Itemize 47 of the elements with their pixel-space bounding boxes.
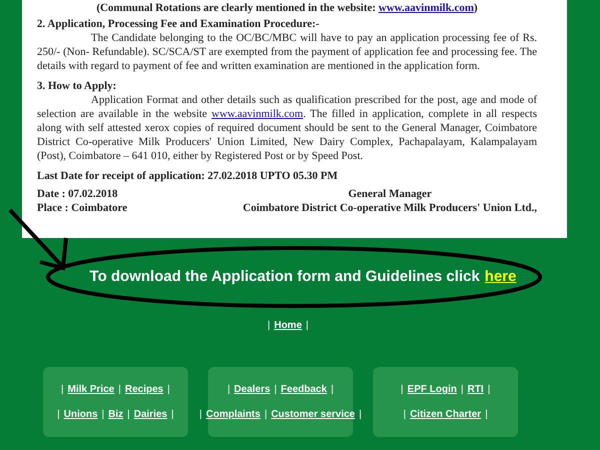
body-paragraph: The Candidate belonging to the OC/BC/MBC will have to pay an application processing fee of Rs. 250/- (Non- Refundable). SC/SCA/ST are exempted from the payment of application fee and processing fee. The details with regard to payment of fee and written examination are mentioned in the application form. bbox=[37, 31, 537, 73]
deadline-text: Last Date for receipt of application: 27.02.2018 UPTO 05.30 PM bbox=[37, 169, 339, 183]
separator: | bbox=[61, 383, 64, 397]
separator: | bbox=[330, 383, 334, 397]
footer-link[interactable]: Customer service bbox=[271, 407, 355, 422]
body-paragraph: Application Format and other details such as qualification prescribed for the post, age and mode of selection are available in the website www.aavinmilk.com. The filled in application, complete in all respects along with self attested xerox copies of required document should be sent to the General Manager, Coimbatore District Co-operative Milk Producers' Union Limited, New Dairy Complex, Pachapalayam, Kalampalayam (Post), Coimbatore – 641 010, either by Registered Post or by Speed Post. bbox=[37, 93, 537, 163]
separator: | bbox=[264, 408, 268, 422]
footer-link[interactable]: RTI bbox=[467, 382, 484, 397]
body-text: (Communal Rotations are clearly mentioned in the website: www.aavinmilk.com) bbox=[95, 1, 479, 15]
separator: | bbox=[359, 408, 362, 422]
footer-link[interactable]: Biz bbox=[108, 407, 124, 422]
place-text: Place : Coimbatore bbox=[37, 201, 128, 215]
footer-link[interactable]: Unions bbox=[64, 407, 98, 422]
footer-link[interactable]: EPF Login bbox=[407, 382, 457, 397]
separator: | bbox=[267, 319, 270, 333]
separator: | bbox=[403, 408, 406, 422]
footer-link[interactable]: Recipes bbox=[124, 382, 164, 397]
signatory-title: General Manager bbox=[347, 187, 433, 201]
footer-link[interactable]: Feedback bbox=[280, 382, 327, 397]
separator: | bbox=[199, 408, 202, 422]
separator: | bbox=[400, 383, 404, 397]
separator: | bbox=[488, 383, 490, 397]
separator: | bbox=[102, 408, 104, 422]
date-text: Date : 07.02.2018 bbox=[37, 187, 119, 201]
separator: | bbox=[118, 383, 121, 397]
website-link[interactable]: www.aavinmilk.com bbox=[212, 108, 304, 120]
download-link[interactable]: here bbox=[484, 266, 516, 288]
separator: | bbox=[227, 383, 230, 397]
section-heading: 3. How to Apply: bbox=[37, 79, 118, 93]
website-link[interactable]: www.aavinmilk.com bbox=[378, 2, 474, 14]
separator: | bbox=[167, 383, 170, 397]
download-text: To download the Application form and Guidelines click bbox=[90, 266, 480, 287]
separator: | bbox=[306, 319, 308, 333]
separator: | bbox=[127, 408, 130, 422]
separator: | bbox=[171, 408, 174, 422]
signatory-organization: Coimbatore District Co-operative Milk Producers' Union Ltd., bbox=[242, 201, 537, 215]
footer-link[interactable]: Home bbox=[274, 318, 302, 333]
footer-link[interactable]: Complaints bbox=[206, 407, 260, 422]
footer-link[interactable]: Milk Price bbox=[68, 382, 114, 397]
separator: | bbox=[274, 383, 277, 397]
section-heading: 2. Application, Processing Fee and Examination Procedure:- bbox=[37, 17, 320, 31]
separator: | bbox=[57, 408, 60, 422]
separator: | bbox=[485, 408, 488, 422]
footer-link[interactable]: Dairies bbox=[134, 407, 168, 422]
separator: | bbox=[460, 383, 464, 397]
footer-link[interactable]: Dealers bbox=[234, 382, 270, 397]
footer-link[interactable]: Citizen Charter bbox=[410, 407, 482, 422]
